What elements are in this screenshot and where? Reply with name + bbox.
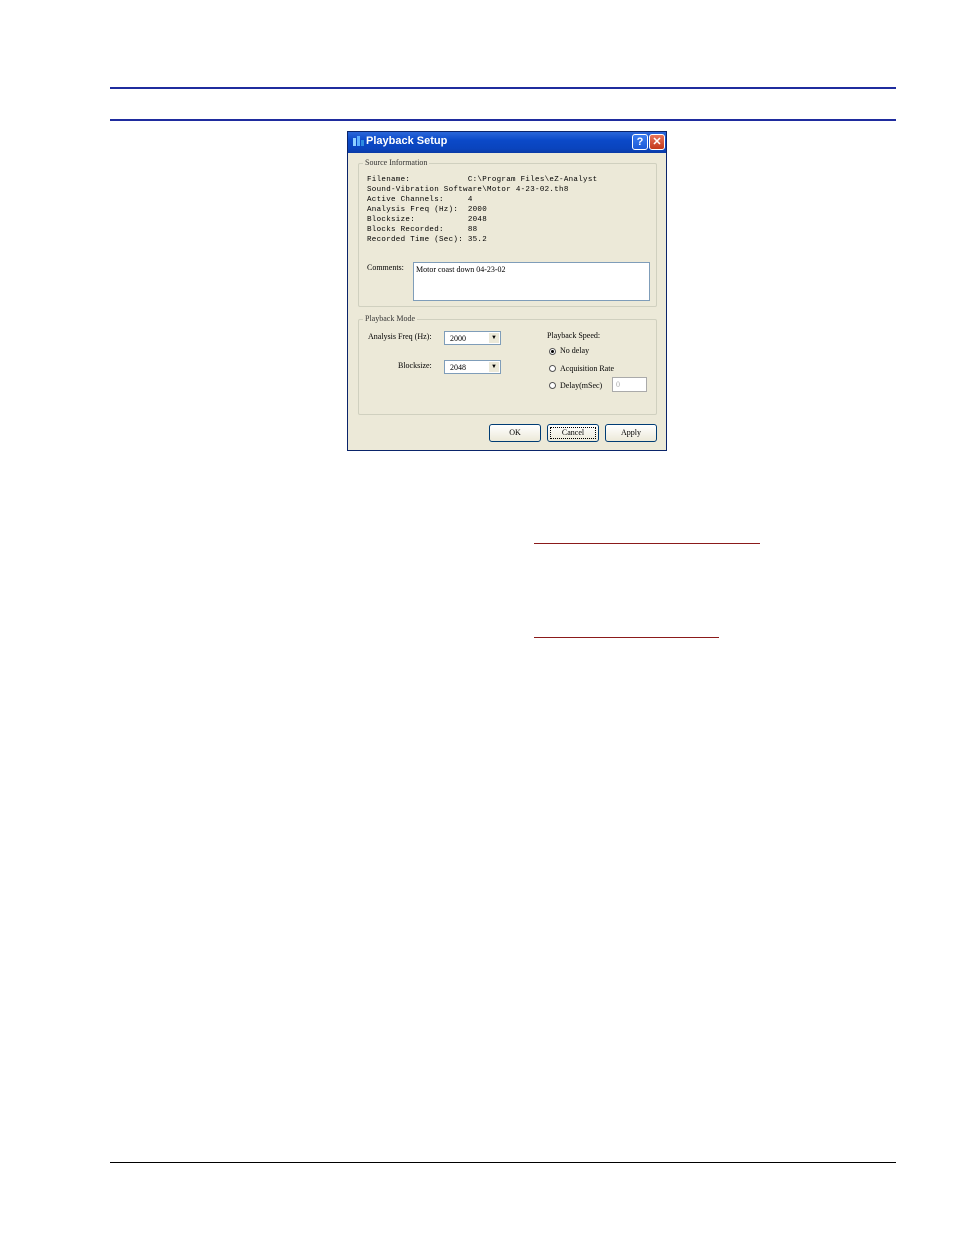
header-rule-top — [110, 87, 896, 89]
help-button[interactable]: ? — [632, 134, 648, 150]
link-underline[interactable] — [534, 637, 719, 638]
source-info-row: Filename: C:\Program Files\eZ-Analyst — [367, 176, 598, 184]
ok-button-label: OK — [509, 428, 521, 437]
chevron-down-icon[interactable]: ▼ — [489, 362, 499, 372]
blocksize-value: 2048 — [450, 363, 466, 372]
source-info-row: Recorded Time (Sec): 35.2 — [367, 236, 488, 244]
radio-acquisition-rate-label[interactable]: Acquisition Rate — [560, 364, 614, 373]
source-info-row: Blocks Recorded: 88 — [367, 226, 478, 234]
focus-ring — [550, 427, 596, 439]
header-rule-bottom — [110, 119, 896, 121]
analysis-freq-combo[interactable]: 2000 ▼ — [444, 331, 501, 345]
source-info-row: Blocksize: 2048 — [367, 216, 488, 224]
apply-button[interactable]: Apply — [605, 424, 657, 442]
radio-acquisition-rate[interactable] — [549, 365, 556, 372]
delay-input[interactable]: 0 — [612, 377, 647, 392]
title-bar[interactable]: Playback Setup ? ✕ — [348, 132, 666, 153]
dialog-title: Playback Setup — [366, 135, 448, 147]
cancel-button[interactable]: Cancel — [547, 424, 599, 442]
footer-rule — [110, 1162, 896, 1163]
source-info-row: Sound-Vibration Software\Motor 4-23-02.t… — [367, 186, 569, 194]
radio-no-delay[interactable] — [549, 348, 556, 355]
app-icon — [353, 136, 364, 146]
source-info-row: Active Channels: 4 — [367, 196, 473, 204]
playback-speed-label: Playback Speed: — [547, 331, 601, 340]
comments-label: Comments: — [367, 263, 404, 272]
blocksize-combo[interactable]: 2048 ▼ — [444, 360, 501, 374]
playback-mode-label: Playback Mode — [363, 314, 417, 323]
comments-textarea[interactable]: Motor coast down 04-23-02 — [413, 262, 650, 301]
ok-button[interactable]: OK — [489, 424, 541, 442]
analysis-freq-value: 2000 — [450, 334, 466, 343]
source-information-label: Source Information — [363, 158, 430, 167]
close-button[interactable]: ✕ — [649, 134, 665, 150]
radio-delay-label[interactable]: Delay(mSec) — [560, 381, 602, 390]
chevron-down-icon[interactable]: ▼ — [489, 333, 499, 343]
link-underline[interactable] — [534, 543, 760, 544]
analysis-freq-label: Analysis Freq (Hz): — [368, 332, 432, 341]
radio-no-delay-label[interactable]: No delay — [560, 346, 589, 355]
apply-button-label: Apply — [621, 428, 641, 437]
source-info-row: Analysis Freq (Hz): 2000 — [367, 206, 488, 214]
playback-setup-dialog: Playback Setup ? ✕ Source Information Fi… — [347, 131, 667, 451]
radio-delay[interactable] — [549, 382, 556, 389]
blocksize-label: Blocksize: — [398, 361, 432, 370]
